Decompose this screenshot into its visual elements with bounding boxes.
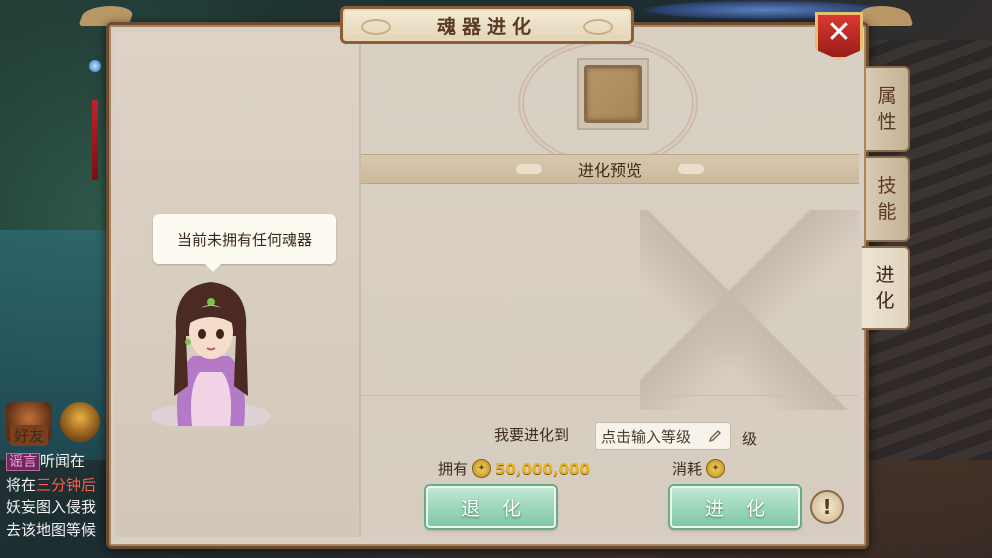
close-icon: ✕	[826, 15, 852, 50]
evolve-to-label: 我要进化到	[494, 426, 570, 444]
evolve-target-row: 我要进化到	[494, 424, 569, 445]
tab-label: 性	[877, 111, 897, 133]
tab-label: 化	[875, 290, 895, 312]
chat-log[interactable]: 谣言 听闻在 将在三分钟后 妖妄图入侵我 去该地图等候	[6, 450, 116, 541]
dialog-title-plate: 魂器进化	[340, 6, 634, 44]
pencil-icon	[708, 430, 721, 443]
tab-label: 进	[875, 264, 895, 286]
friend-button[interactable]: 好友	[6, 402, 52, 446]
tab-skills[interactable]: 技 能	[866, 156, 910, 242]
tab-label: 属	[877, 85, 897, 107]
cloud-icon	[678, 164, 704, 174]
chat-text: 妖妄图入侵我	[6, 498, 97, 516]
chat-bubble-icon[interactable]	[60, 402, 100, 442]
chat-line: 将在三分钟后	[6, 474, 116, 497]
tab-label: 技	[877, 175, 897, 197]
tab-attributes[interactable]: 属 性	[866, 66, 910, 152]
npc-speech-bubble: 当前未拥有任何魂器	[153, 214, 336, 272]
owned-amount: 50,000,000	[495, 459, 590, 478]
background-mountain-painting	[640, 210, 860, 410]
cost-currency: 消耗 ✦	[672, 458, 729, 479]
regress-button-label: 退化	[460, 497, 543, 520]
regress-button[interactable]: 退化	[426, 486, 556, 528]
chat-text: 去该地图等候	[6, 520, 97, 539]
level-unit-label: 级	[742, 430, 758, 448]
friend-button-label: 好友	[9, 425, 48, 446]
divider	[361, 395, 859, 396]
coin-icon: ✦	[472, 459, 492, 478]
cost-label: 消耗	[672, 460, 703, 478]
evolve-button[interactable]: 进化	[670, 486, 800, 528]
chat-line: 谣言 听闻在	[6, 450, 116, 474]
evolve-button-label: 进化	[704, 497, 787, 520]
owned-label: 拥有	[438, 460, 469, 478]
tab-label: 能	[877, 201, 897, 223]
ornament-bead	[89, 60, 101, 72]
dialog-title: 魂器进化	[436, 15, 537, 38]
exclamation-icon: !	[822, 495, 832, 519]
chat-highlight: 三分钟后	[36, 475, 97, 494]
level-input-placeholder: 点击输入等级	[601, 427, 692, 446]
tab-evolve[interactable]: 进 化	[862, 246, 910, 330]
cloud-icon	[515, 164, 542, 174]
artifact-slot-empty	[584, 65, 642, 123]
coin-icon: ✦	[706, 459, 726, 478]
npc-message: 当前未拥有任何魂器	[176, 230, 312, 249]
preview-header: 进化预览	[361, 154, 859, 184]
chat-channel-tag: 谣言	[6, 453, 40, 471]
preview-title: 进化预览	[577, 161, 642, 180]
hanging-ornament	[88, 40, 102, 180]
npc-girl-portrait	[151, 282, 271, 426]
hud-side-icons: 好友	[6, 402, 100, 446]
level-input[interactable]: 点击输入等级	[595, 422, 731, 450]
chat-line: 去该地图等候	[6, 519, 116, 542]
artifact-slot[interactable]	[577, 58, 649, 130]
chat-text: 听闻在	[40, 452, 86, 470]
ornament-tassel	[92, 100, 98, 180]
chat-line: 妖妄图入侵我	[6, 496, 116, 519]
chat-text: 将在	[6, 475, 37, 494]
info-button[interactable]: !	[810, 490, 844, 524]
owned-currency: 拥有 ✦ 50,000,000	[438, 458, 590, 479]
